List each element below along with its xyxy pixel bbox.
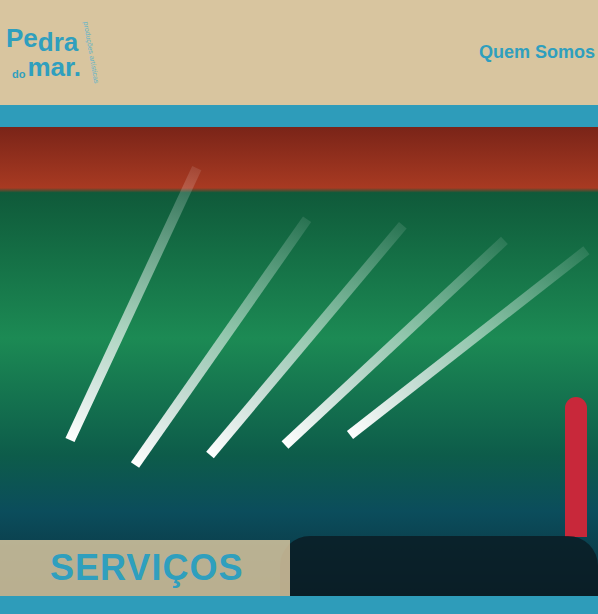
section-title-box: SERVIÇOS <box>0 540 290 596</box>
nav-link[interactable]: Quem Somos <box>479 39 595 66</box>
stage-lights <box>0 127 598 596</box>
site-header: Pedradomar.produções artísticasQuem Somo… <box>0 0 598 105</box>
logo-wordmark: Pedradomar. <box>6 26 81 79</box>
audience <box>280 536 598 596</box>
logo-tagline: produções artísticas <box>82 21 100 84</box>
logo-tagline-wrap: produções artísticas <box>83 21 99 85</box>
top-strip <box>0 105 598 127</box>
hero-photo: SERVIÇOS <box>0 127 598 596</box>
main-nav: Quem Somos <box>479 39 595 66</box>
logo-text: dra <box>38 30 78 55</box>
logo-text: mar. <box>27 55 81 80</box>
logo-row: domar. <box>6 55 81 80</box>
section-title: SERVIÇOS <box>50 550 243 586</box>
logo-row: Pedra <box>6 26 81 51</box>
bottom-strip <box>0 596 598 614</box>
logo-text: Pe <box>6 26 38 51</box>
site-logo[interactable]: Pedradomar.produções artísticas <box>6 21 99 85</box>
logo-text: do <box>6 69 25 79</box>
singer-figure <box>565 397 587 537</box>
